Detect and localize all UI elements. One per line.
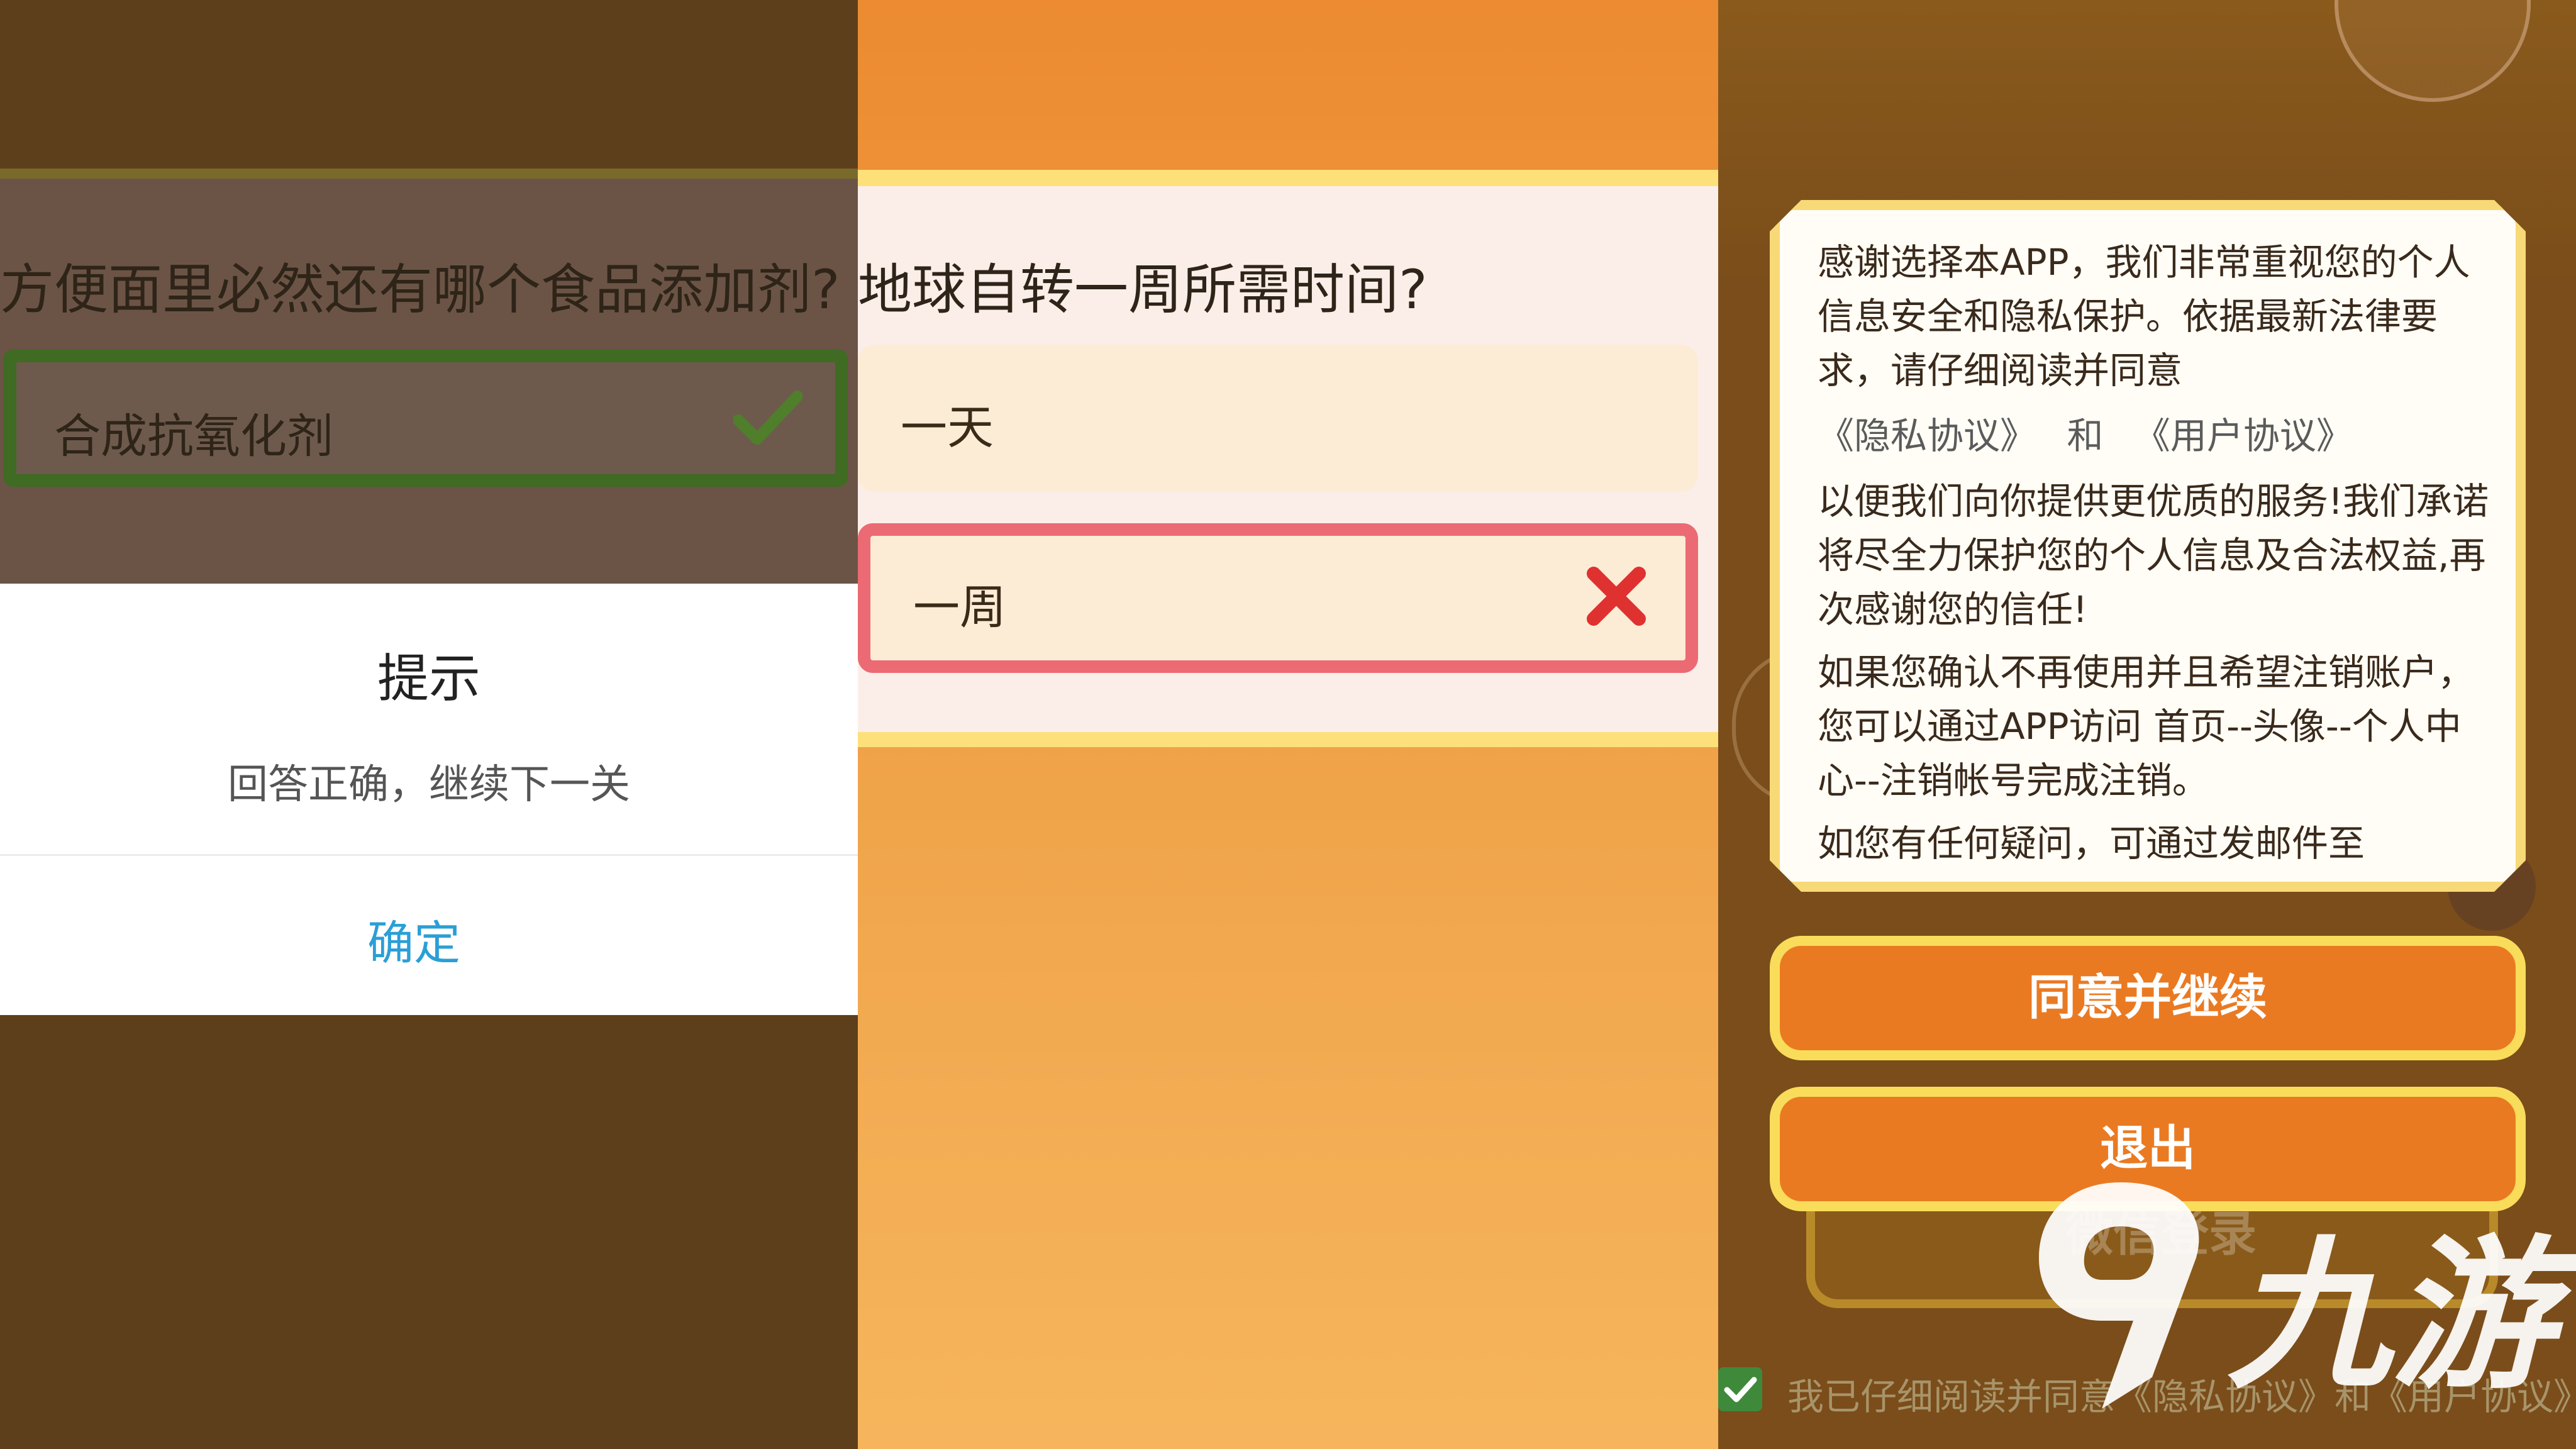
user-agreement-link[interactable]: 《用户协议》 xyxy=(2134,414,2353,457)
answer-label: 一周 xyxy=(913,580,1006,635)
answer-label: 一天 xyxy=(901,401,994,455)
middle-quiz-panel: 地球自转一周所需时间? 一天 一周 xyxy=(858,0,1718,1449)
answer-option-correct[interactable]: 合成抗氧化剂 xyxy=(4,350,848,487)
and-text: 和 xyxy=(2067,414,2104,457)
dialog-divider xyxy=(0,854,858,856)
notice-paragraph: 感谢选择本APP，我们非常重视您的个人信息安全和隐私保护。依据最新法律要求，请仔… xyxy=(1818,241,2470,392)
notice-links: 《隐私协议》 和 《用户协议》 xyxy=(1818,409,2503,463)
hint-dialog: 提示 回答正确，继续下一关 确定 xyxy=(0,584,858,1015)
watermark-text: 九游 xyxy=(2228,1221,2555,1411)
answer-option-1[interactable]: 一天 xyxy=(858,345,1698,492)
agree-continue-button[interactable]: 同意并继续 xyxy=(1770,936,2526,1060)
privacy-notice-box[interactable]: 感谢选择本APP，我们非常重视您的个人信息安全和隐私保护。依据最新法律要求，请仔… xyxy=(1770,200,2526,892)
agreement-checkbox[interactable] xyxy=(1718,1367,1762,1411)
right-privacy-panel: 感谢选择本APP，我们非常重视您的个人信息安全和隐私保护。依据最新法律要求，请仔… xyxy=(1718,0,2576,1449)
checkmark-icon xyxy=(733,391,802,445)
notice-paragraph: 如您有任何疑问，可通过发邮件至 xyxy=(1818,822,2365,864)
notice-paragraph: 如果您确认不再使用并且希望注销账户，您可以通过APP访问 首页--头像--个人中… xyxy=(1818,651,2475,802)
notice-paragraph: 以便我们向你提供更优质的服务!我们承诺将尽全力保护您的个人信息及合法权益,再次感… xyxy=(1818,480,2489,631)
privacy-notice-text: 感谢选择本APP，我们非常重视您的个人信息安全和隐私保护。依据最新法律要求，请仔… xyxy=(1818,235,2503,864)
quiz-question: 方便面里必然还有哪个食品添加剂? xyxy=(0,258,840,321)
left-quiz-panel: 方便面里必然还有哪个食品添加剂? 合成抗氧化剂 提示 回答正确，继续下一关 确定 xyxy=(0,0,858,1449)
dialog-ok-button[interactable]: 确定 xyxy=(0,906,828,973)
nine-game-logo-icon xyxy=(2039,1182,2199,1409)
cross-icon xyxy=(1587,567,1646,626)
answer-option-2-wrong[interactable]: 一周 xyxy=(858,523,1698,673)
dialog-message: 回答正确，继续下一关 xyxy=(228,762,630,808)
quiz-question: 地球自转一周所需时间? xyxy=(858,258,1428,321)
watermark-logo: 九游 xyxy=(2026,1170,2567,1421)
privacy-policy-link[interactable]: 《隐私协议》 xyxy=(1818,414,2036,457)
dialog-title: 提示 xyxy=(377,649,480,709)
checkbox-check-icon xyxy=(1724,1377,1757,1402)
band-divider xyxy=(0,169,858,179)
answer-label: 合成抗氧化剂 xyxy=(54,409,333,464)
